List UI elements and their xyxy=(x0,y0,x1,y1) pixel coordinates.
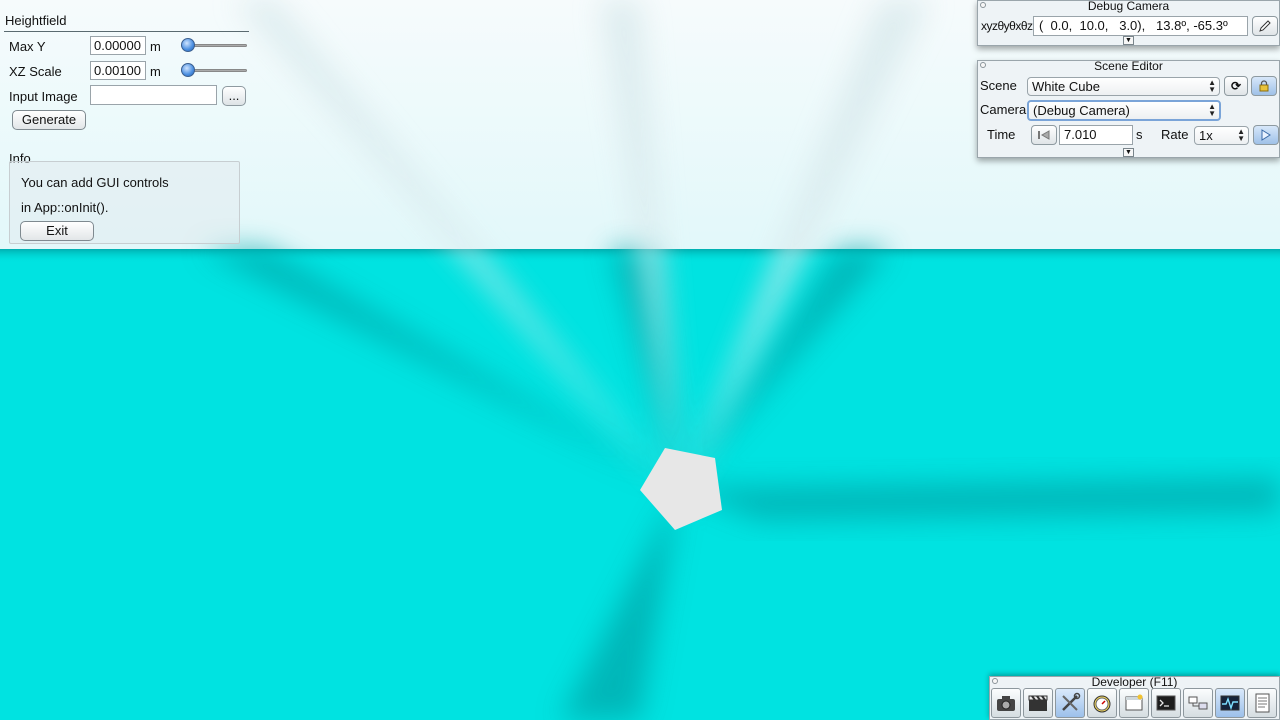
max-y-slider[interactable] xyxy=(181,37,247,53)
console-button[interactable] xyxy=(1151,688,1181,718)
play-button[interactable] xyxy=(1253,125,1279,145)
wrench-screwdriver-icon xyxy=(1062,692,1081,711)
info-line-2: in App::onInit(). xyxy=(21,200,109,215)
scene-select-value: White Cube xyxy=(1032,79,1100,94)
lock-icon xyxy=(1259,80,1269,92)
time-unit: s xyxy=(1136,127,1143,142)
coord-label: xyzθyθxθz xyxy=(981,19,1033,33)
document-button[interactable] xyxy=(1247,688,1277,718)
time-label: Time xyxy=(987,127,1016,142)
camera-select[interactable]: (Debug Camera) ▲ ▼ xyxy=(1027,100,1221,121)
profiler-icon xyxy=(1220,695,1240,711)
profiler-button[interactable] xyxy=(1215,688,1245,718)
camera-tool-button[interactable] xyxy=(991,688,1021,718)
scene-select[interactable]: White Cube ▲ ▼ xyxy=(1027,77,1220,96)
stopwatch-icon xyxy=(1093,695,1111,713)
max-y-label: Max Y xyxy=(9,39,46,54)
scene-label: Scene xyxy=(980,78,1017,93)
rewind-icon xyxy=(1038,130,1050,140)
slider-thumb[interactable] xyxy=(181,63,195,77)
rate-select[interactable]: 1x ▲ ▼ xyxy=(1194,126,1249,145)
tools-button[interactable] xyxy=(1055,688,1085,718)
debug-camera-title[interactable]: Debug Camera xyxy=(978,0,1279,13)
clapperboard-icon xyxy=(1028,695,1048,711)
document-icon xyxy=(1255,693,1270,713)
lock-button[interactable] xyxy=(1251,76,1277,96)
camera-icon xyxy=(997,696,1015,711)
exit-button[interactable]: Exit xyxy=(20,221,94,241)
copy-coords-button[interactable] xyxy=(1252,16,1278,36)
camera-select-value: (Debug Camera) xyxy=(1033,103,1130,118)
scene-graph-icon xyxy=(1188,696,1208,710)
xz-scale-slider[interactable] xyxy=(181,62,247,78)
video-tool-button[interactable] xyxy=(1023,688,1053,718)
max-y-field[interactable]: 0.00000 xyxy=(90,36,146,55)
select-arrows-icon: ▲ ▼ xyxy=(1208,78,1216,94)
play-icon xyxy=(1261,129,1271,141)
title-divider xyxy=(4,31,249,32)
info-line-1: You can add GUI controls xyxy=(21,175,169,190)
pencil-icon xyxy=(1259,20,1271,32)
heightfield-title: Heightfield xyxy=(5,13,67,28)
input-image-label: Input Image xyxy=(9,89,78,104)
new-window-button[interactable] xyxy=(1119,688,1149,718)
generate-button[interactable]: Generate xyxy=(12,110,86,130)
rate-select-value: 1x xyxy=(1199,128,1213,143)
xz-scale-label: XZ Scale xyxy=(9,64,62,79)
timer-button[interactable] xyxy=(1087,688,1117,718)
rate-label: Rate xyxy=(1161,127,1189,142)
xz-scale-unit: m xyxy=(150,64,161,79)
rewind-button[interactable] xyxy=(1031,125,1057,145)
reload-scene-button[interactable]: ⟳ xyxy=(1224,76,1248,96)
max-y-unit: m xyxy=(150,39,161,54)
debug-camera-window: Debug Camera xyzθyθxθz ( 0.0, 10.0, 3.0)… xyxy=(977,0,1280,46)
expand-toggle[interactable]: ▼ xyxy=(1123,148,1134,157)
time-field[interactable]: 7.010 xyxy=(1059,125,1133,145)
xz-scale-field[interactable]: 0.00100 xyxy=(90,61,146,80)
select-arrows-icon: ▲ ▼ xyxy=(1208,102,1216,118)
browse-button[interactable]: ... xyxy=(222,86,246,106)
select-arrows-icon: ▲ ▼ xyxy=(1237,127,1245,143)
new-window-icon xyxy=(1125,694,1143,711)
scene-editor-title[interactable]: Scene Editor xyxy=(978,60,1279,73)
input-image-field[interactable] xyxy=(90,85,217,105)
scene-graph-button[interactable] xyxy=(1183,688,1213,718)
camera-coord-field[interactable]: ( 0.0, 10.0, 3.0), 13.8º, -65.3º xyxy=(1033,16,1248,36)
camera-label: Camera xyxy=(980,102,1027,117)
slider-thumb[interactable] xyxy=(181,38,195,52)
expand-toggle[interactable]: ▼ xyxy=(1123,36,1134,45)
reload-icon: ⟳ xyxy=(1230,79,1242,93)
terminal-icon xyxy=(1156,695,1176,711)
scene-editor-window: Scene Editor Scene White Cube ▲ ▼ ⟳ Camer… xyxy=(977,60,1280,158)
